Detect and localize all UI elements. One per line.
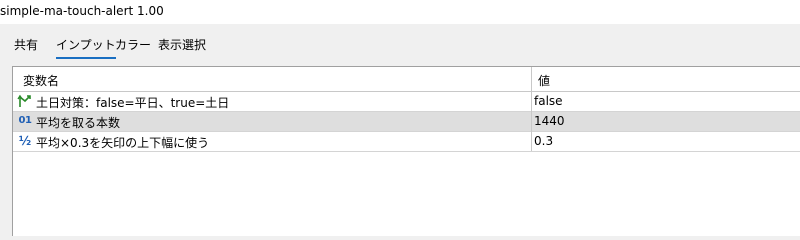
table-row[interactable]: 01 平均を取る本数 1440 <box>13 112 800 132</box>
integer-icon: 01 <box>18 115 32 126</box>
column-header-variable[interactable]: 変数名 <box>23 72 59 89</box>
bool-arrow-icon <box>17 93 33 109</box>
title-bar: simple-ma-touch-alert 1.00 <box>0 0 800 24</box>
table-header: 変数名 値 <box>13 67 800 92</box>
inputs-table: 変数名 値 土日対策：false=平日、true=土日 false 01 平均を… <box>12 66 800 236</box>
variable-name: 土日対策：false=平日、true=土日 <box>36 96 230 110</box>
table-row[interactable]: ½ 平均×0.3を矢印の上下幅に使う 0.3 <box>13 132 800 152</box>
variable-name: 平均×0.3を矢印の上下幅に使う <box>36 136 210 150</box>
column-divider[interactable] <box>531 67 532 151</box>
tab-colors[interactable]: カラー <box>115 36 151 53</box>
variable-name: 平均を取る本数 <box>36 116 121 130</box>
window-title: simple-ma-touch-alert 1.00 <box>0 4 164 18</box>
table-row[interactable]: 土日対策：false=平日、true=土日 false <box>13 92 800 112</box>
column-header-value[interactable]: 値 <box>538 72 550 89</box>
dialog-body: 共有 インプット カラー 表示選択 変数名 値 土日対策：false=平日、tr… <box>0 24 800 236</box>
tab-visualization[interactable]: 表示選択 <box>158 36 206 53</box>
variable-value[interactable]: false <box>534 94 563 108</box>
tab-inputs[interactable]: インプット <box>56 36 116 59</box>
double-icon: ½ <box>18 134 32 148</box>
variable-value[interactable]: 0.3 <box>534 134 553 148</box>
tab-common[interactable]: 共有 <box>14 36 38 53</box>
variable-value[interactable]: 1440 <box>534 114 565 128</box>
